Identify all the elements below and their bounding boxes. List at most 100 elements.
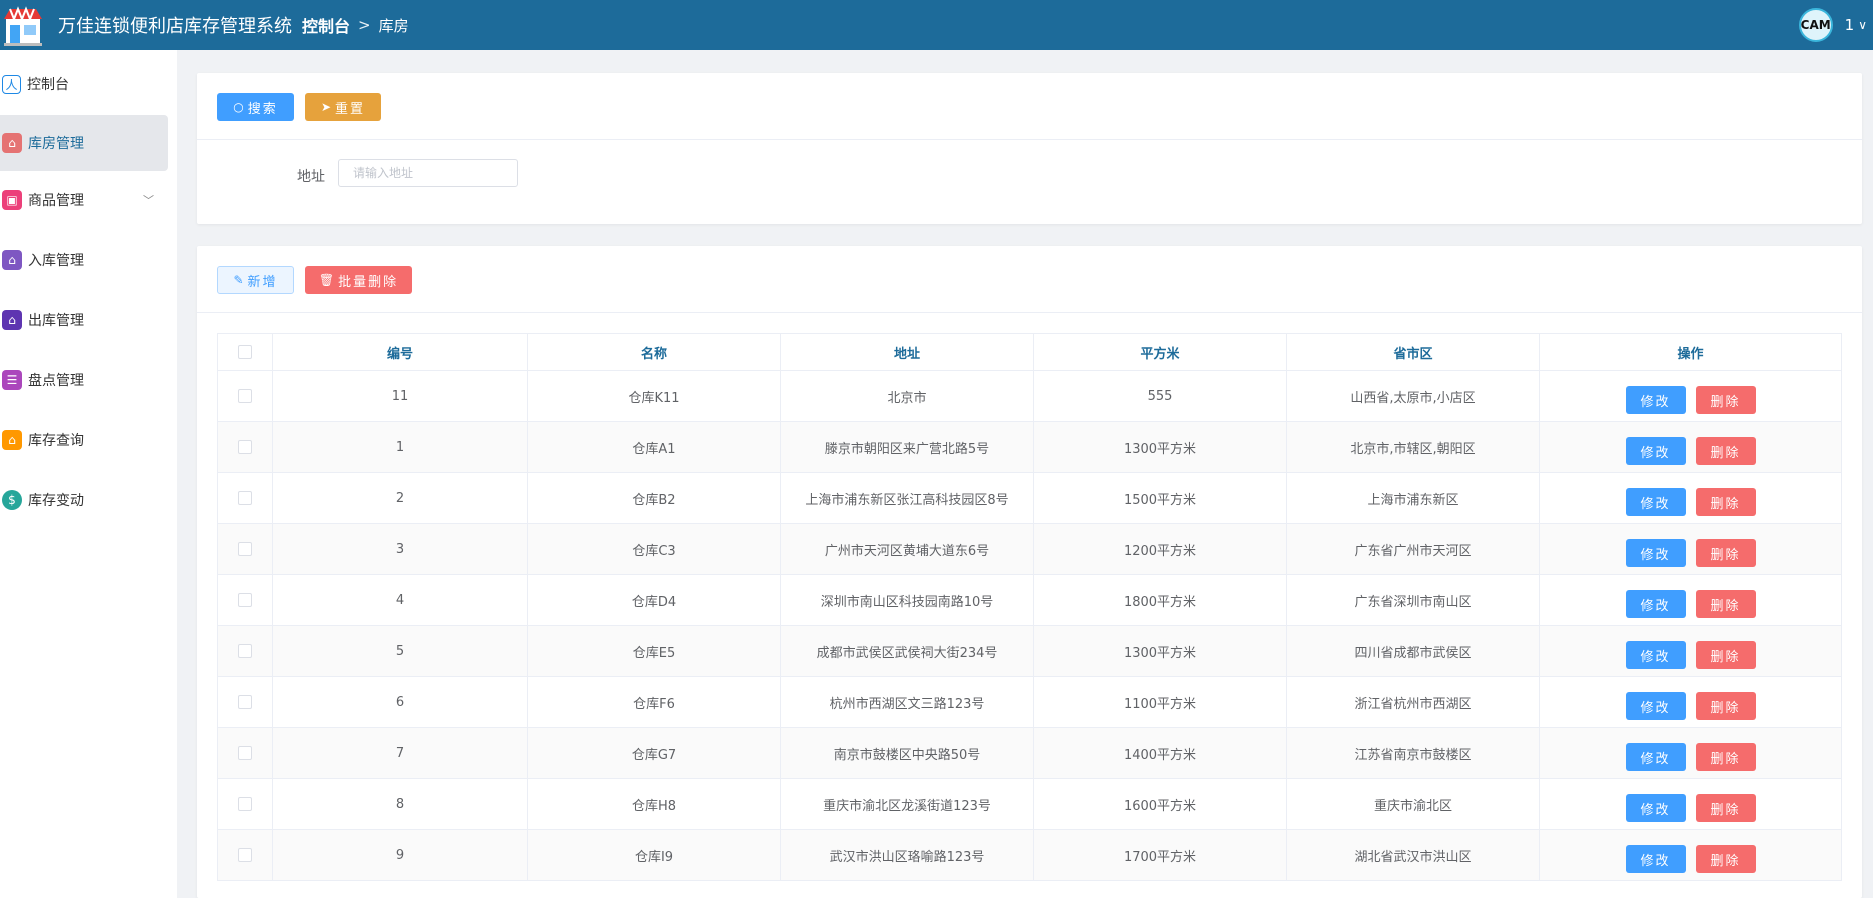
cell-actions: 修改 删除 <box>1539 829 1842 881</box>
delete-button[interactable]: 删除 <box>1695 794 1756 822</box>
cell-actions: 修改 删除 <box>1539 778 1842 830</box>
cell-area: 1200平方米 <box>1033 523 1287 575</box>
edit-button[interactable]: 修改 <box>1625 743 1686 771</box>
cell-area: 1800平方米 <box>1033 574 1287 626</box>
edit-button[interactable]: 修改 <box>1625 539 1686 567</box>
edit-button[interactable]: 修改 <box>1625 386 1686 414</box>
column-header-name[interactable]: 名称 <box>527 333 781 371</box>
chevron-down-icon[interactable]: ∨ <box>1858 18 1867 32</box>
row-checkbox[interactable] <box>238 797 252 811</box>
sidebar-item-warehouse[interactable]: ⌂ 库房管理 <box>0 115 168 171</box>
row-checkbox[interactable] <box>238 644 252 658</box>
delete-button[interactable]: 删除 <box>1695 692 1756 720</box>
cell-id: 4 <box>272 574 528 626</box>
breadcrumb-home[interactable]: 控制台 <box>302 13 350 37</box>
row-checkbox[interactable] <box>238 746 252 760</box>
table-row: 2 仓库B2 上海市浦东新区张江高科技园区8号 1500平方米 上海市浦东新区 修改 删除 <box>217 472 1842 524</box>
row-checkbox[interactable] <box>238 440 252 454</box>
row-select-cell <box>217 421 273 473</box>
row-checkbox[interactable] <box>238 542 252 556</box>
breadcrumb-current: 库房 <box>378 16 409 35</box>
cell-actions: 修改 删除 <box>1539 421 1842 473</box>
sidebar-item-stock-query[interactable]: ⌂ 库存查询 <box>0 412 168 468</box>
search-button[interactable]: ○ 搜索 <box>217 93 294 121</box>
sidebar-item-label: 出库管理 <box>28 313 84 329</box>
cell-actions: 修改 删除 <box>1539 523 1842 575</box>
address-input[interactable] <box>338 159 518 187</box>
select-all-cell <box>217 333 273 371</box>
cell-name: 仓库F6 <box>527 676 781 728</box>
delete-button[interactable]: 删除 <box>1695 590 1756 618</box>
table-row: 11 仓库K11 北京市 555 山西省,太原市,小店区 修改 删除 <box>217 370 1842 422</box>
cell-name: 仓库D4 <box>527 574 781 626</box>
edit-button[interactable]: 修改 <box>1625 845 1686 873</box>
cell-id: 7 <box>272 727 528 779</box>
cell-name: 仓库E5 <box>527 625 781 677</box>
row-checkbox[interactable] <box>238 848 252 862</box>
breadcrumb-separator-icon: > <box>358 16 371 34</box>
cell-region: 山西省,太原市,小店区 <box>1286 370 1540 422</box>
row-select-cell <box>217 523 273 575</box>
select-all-checkbox[interactable] <box>238 345 252 359</box>
send-icon: ➤ <box>320 100 332 114</box>
cell-name: 仓库K11 <box>527 370 781 422</box>
edit-button[interactable]: 修改 <box>1625 692 1686 720</box>
chevron-down-icon[interactable]: ﹀ <box>143 192 154 208</box>
sidebar-item-dashboard[interactable]: 人 控制台 <box>0 56 168 112</box>
inbound-icon: ⌂ <box>2 250 22 270</box>
column-header-address[interactable]: 地址 <box>780 333 1034 371</box>
sidebar-item-goods[interactable]: ▣ 商品管理 ﹀ <box>0 172 168 228</box>
edit-button[interactable]: 修改 <box>1625 590 1686 618</box>
user-menu[interactable]: CAM 1 ∨ <box>1798 5 1867 45</box>
delete-button[interactable]: 删除 <box>1695 539 1756 567</box>
delete-button[interactable]: 删除 <box>1695 845 1756 873</box>
row-checkbox[interactable] <box>238 491 252 505</box>
cell-actions: 修改 删除 <box>1539 676 1842 728</box>
edit-button[interactable]: 修改 <box>1625 437 1686 465</box>
sidebar-item-inventory-check[interactable]: ☰ 盘点管理 <box>0 352 168 408</box>
add-button[interactable]: ✎ 新增 <box>217 266 294 294</box>
cell-id: 8 <box>272 778 528 830</box>
row-checkbox[interactable] <box>238 593 252 607</box>
cell-region: 浙江省杭州市西湖区 <box>1286 676 1540 728</box>
edit-button[interactable]: 修改 <box>1625 641 1686 669</box>
edit-button[interactable]: 修改 <box>1625 488 1686 516</box>
cell-region: 江苏省南京市鼓楼区 <box>1286 727 1540 779</box>
row-select-cell <box>217 370 273 422</box>
table-row: 8 仓库H8 重庆市渝北区龙溪街道123号 1600平方米 重庆市渝北区 修改 删除 <box>217 778 1842 830</box>
goods-icon: ▣ <box>2 190 22 210</box>
row-checkbox[interactable] <box>238 695 252 709</box>
sidebar-item-stock-change[interactable]: $ 库存变动 <box>0 472 168 528</box>
delete-button[interactable]: 删除 <box>1695 488 1756 516</box>
store-logo-icon <box>2 5 44 47</box>
avatar[interactable]: CAM <box>1798 8 1833 42</box>
delete-button[interactable]: 删除 <box>1695 386 1756 414</box>
user-name[interactable]: 1 <box>1845 16 1855 34</box>
batch-delete-button[interactable]: 🗑 批量删除 <box>305 266 412 294</box>
sidebar-item-inbound[interactable]: ⌂ 入库管理 <box>0 232 168 288</box>
column-header-area[interactable]: 平方米 <box>1033 333 1287 371</box>
delete-button[interactable]: 删除 <box>1695 437 1756 465</box>
sidebar-item-label: 库房管理 <box>28 136 84 152</box>
cell-region: 上海市浦东新区 <box>1286 472 1540 524</box>
cell-id: 9 <box>272 829 528 881</box>
cell-region: 广东省深圳市南山区 <box>1286 574 1540 626</box>
cell-address: 重庆市渝北区龙溪街道123号 <box>780 778 1034 830</box>
row-select-cell <box>217 472 273 524</box>
cell-id: 11 <box>272 370 528 422</box>
column-header-region[interactable]: 省市区 <box>1286 333 1540 371</box>
edit-button[interactable]: 修改 <box>1625 794 1686 822</box>
cell-area: 1600平方米 <box>1033 778 1287 830</box>
delete-button[interactable]: 删除 <box>1695 743 1756 771</box>
delete-button[interactable]: 删除 <box>1695 641 1756 669</box>
cell-address: 上海市浦东新区张江高科技园区8号 <box>780 472 1034 524</box>
row-select-cell <box>217 676 273 728</box>
row-checkbox[interactable] <box>238 389 252 403</box>
reset-button[interactable]: ➤ 重置 <box>305 93 381 121</box>
cell-region: 四川省成都市武侯区 <box>1286 625 1540 677</box>
batch-delete-button-label: 批量删除 <box>338 274 399 290</box>
cell-region: 北京市,市辖区,朝阳区 <box>1286 421 1540 473</box>
address-label: 地址 <box>297 169 325 185</box>
sidebar-item-outbound[interactable]: ⌂ 出库管理 <box>0 292 168 348</box>
column-header-id[interactable]: 编号 <box>272 333 528 371</box>
